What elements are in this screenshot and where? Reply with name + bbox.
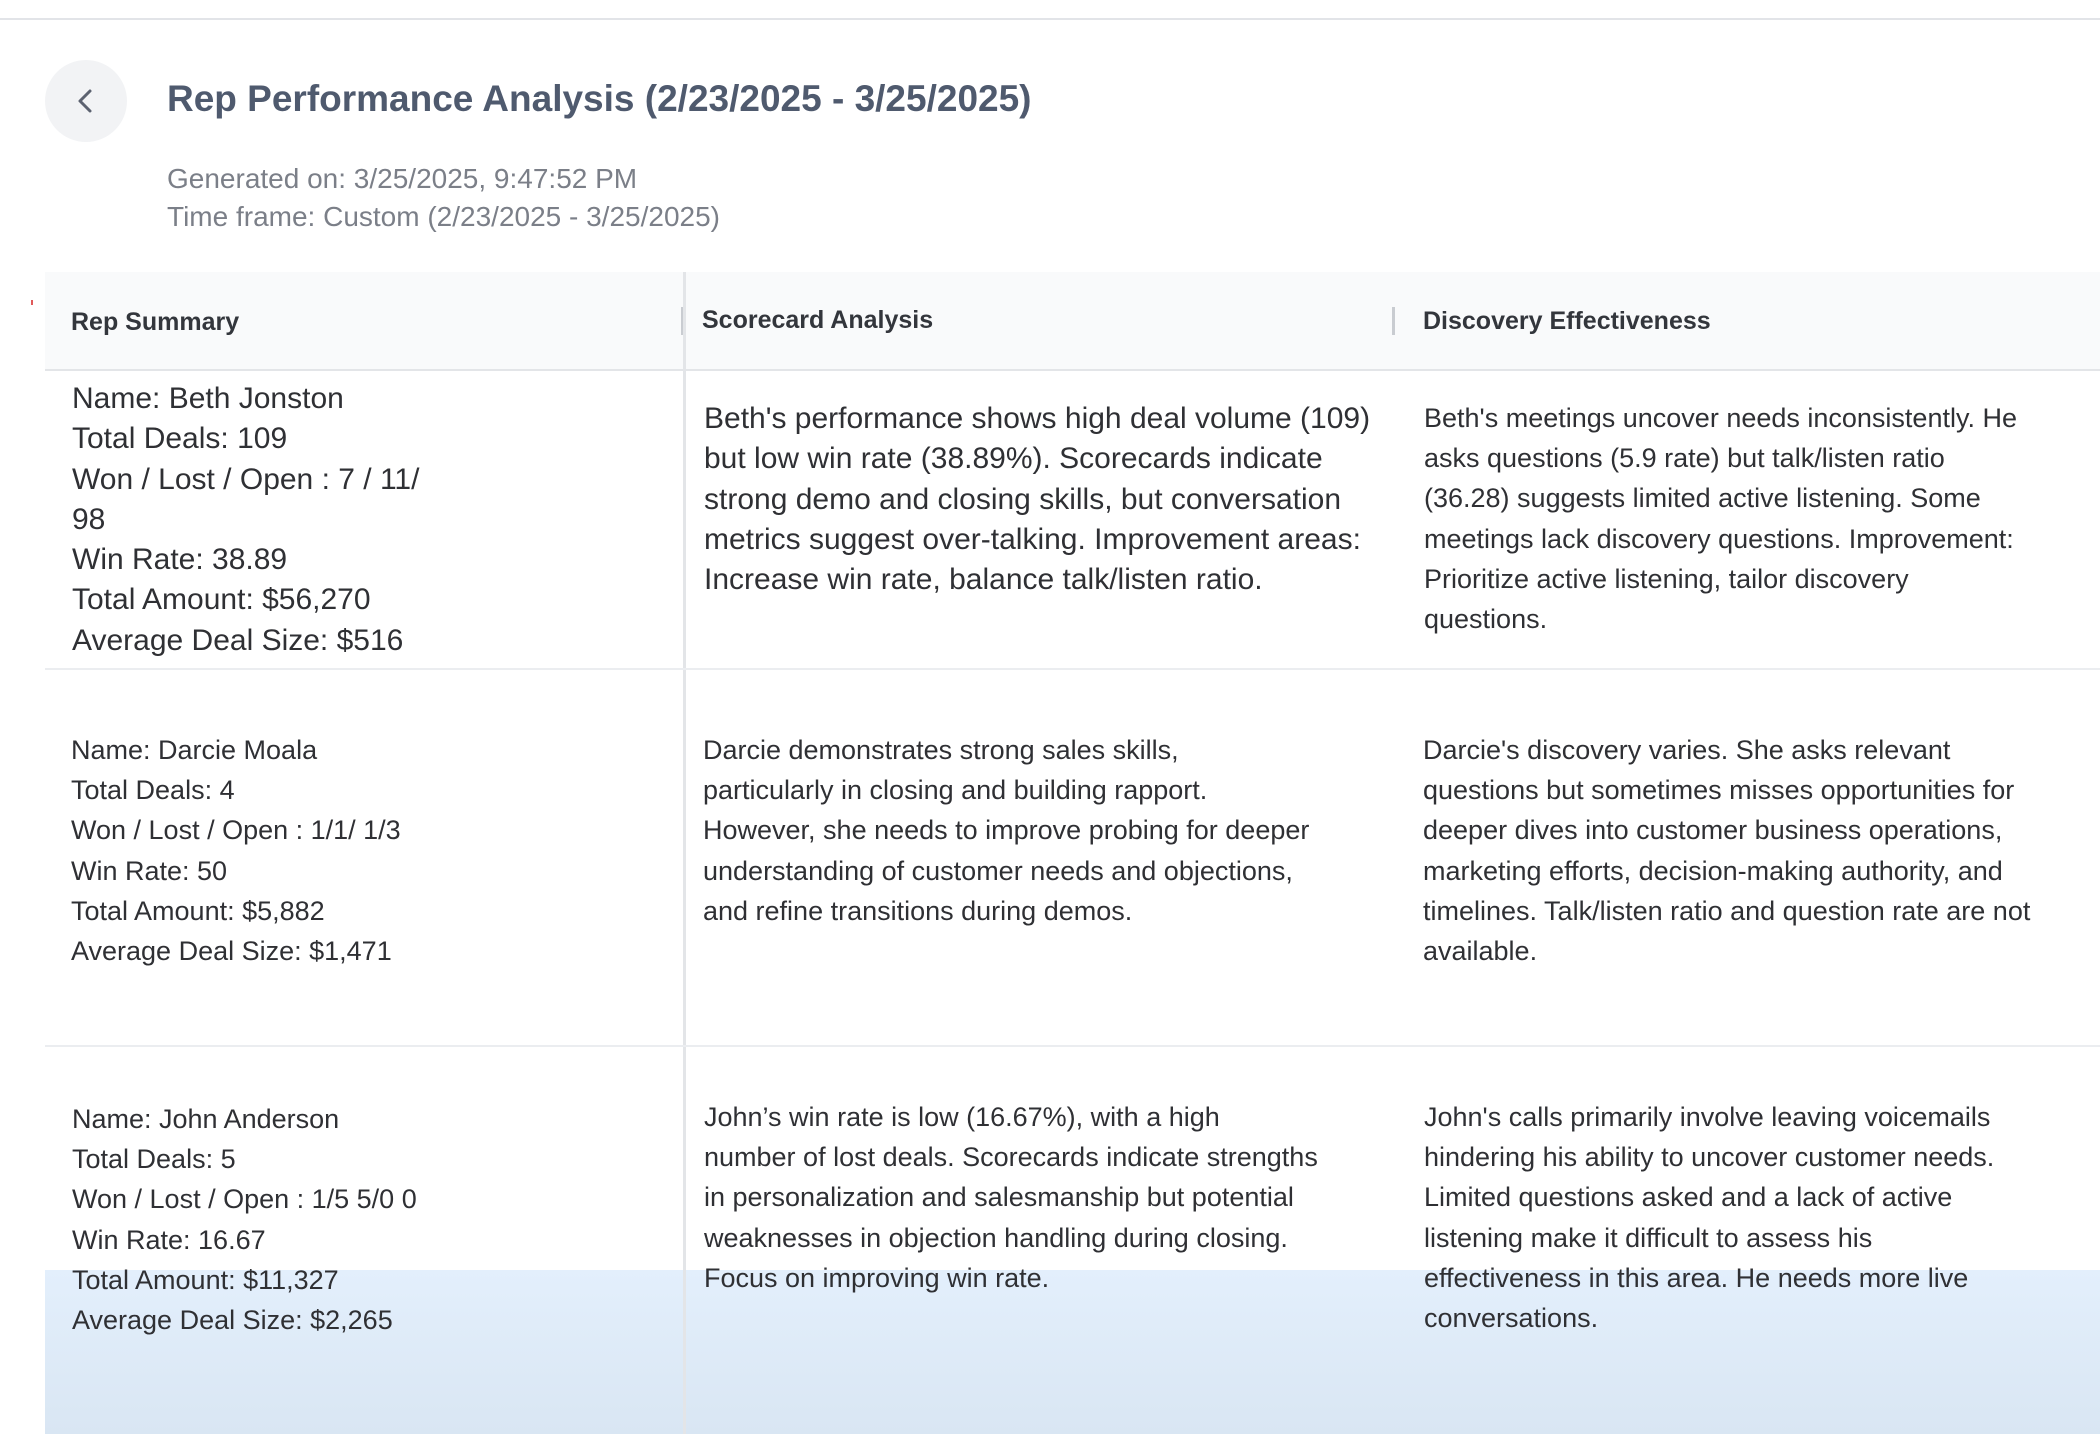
generated-on: Generated on: 3/25/2025, 9:47:52 PM bbox=[167, 163, 638, 194]
column-header-scorecard-analysis[interactable]: Scorecard Analysis bbox=[702, 306, 933, 335]
row-divider bbox=[45, 668, 2100, 670]
discovery-effectiveness-cell: Darcie's discovery varies. She asks rele… bbox=[1423, 735, 2031, 967]
scorecard-analysis-cell: John’s win rate is low (16.67%), with a … bbox=[704, 1102, 1318, 1293]
top-divider bbox=[0, 18, 2100, 20]
column-divider bbox=[683, 272, 686, 1434]
marker bbox=[31, 300, 33, 305]
discovery-effectiveness-cell: John's calls primarily involve leaving v… bbox=[1424, 1102, 1995, 1334]
time-frame: Time frame: Custom (2/23/2025 - 3/25/202… bbox=[167, 201, 720, 232]
discovery-effectiveness-cell: Beth's meetings uncover needs inconsiste… bbox=[1424, 403, 2017, 635]
table-header: Rep Summary Scorecard Analysis Discovery… bbox=[45, 272, 2100, 371]
rep-summary-cell: Name: John Anderson Total Deals: 5 Won /… bbox=[72, 1104, 417, 1336]
chevron-left-icon bbox=[78, 89, 92, 113]
back-button[interactable] bbox=[45, 60, 127, 142]
scorecard-analysis-cell: Beth's performance shows high deal volum… bbox=[704, 402, 1371, 597]
column-resizer[interactable] bbox=[1392, 307, 1395, 335]
page-title: Rep Performance Analysis (2/23/2025 - 3/… bbox=[167, 78, 1032, 119]
scorecard-analysis-cell: Darcie demonstrates strong sales skills,… bbox=[703, 735, 1310, 926]
row-divider bbox=[45, 1045, 2100, 1047]
rep-summary-cell: Name: Darcie Moala Total Deals: 4 Won / … bbox=[71, 735, 401, 967]
column-header-discovery-effectiveness[interactable]: Discovery Effectiveness bbox=[1423, 307, 1711, 336]
column-header-rep-summary[interactable]: Rep Summary bbox=[71, 308, 239, 337]
analysis-table: Rep Summary Scorecard Analysis Discovery… bbox=[45, 272, 2100, 1434]
rep-summary-cell: Name: Beth Jonston Total Deals: 109 Won … bbox=[72, 382, 420, 657]
